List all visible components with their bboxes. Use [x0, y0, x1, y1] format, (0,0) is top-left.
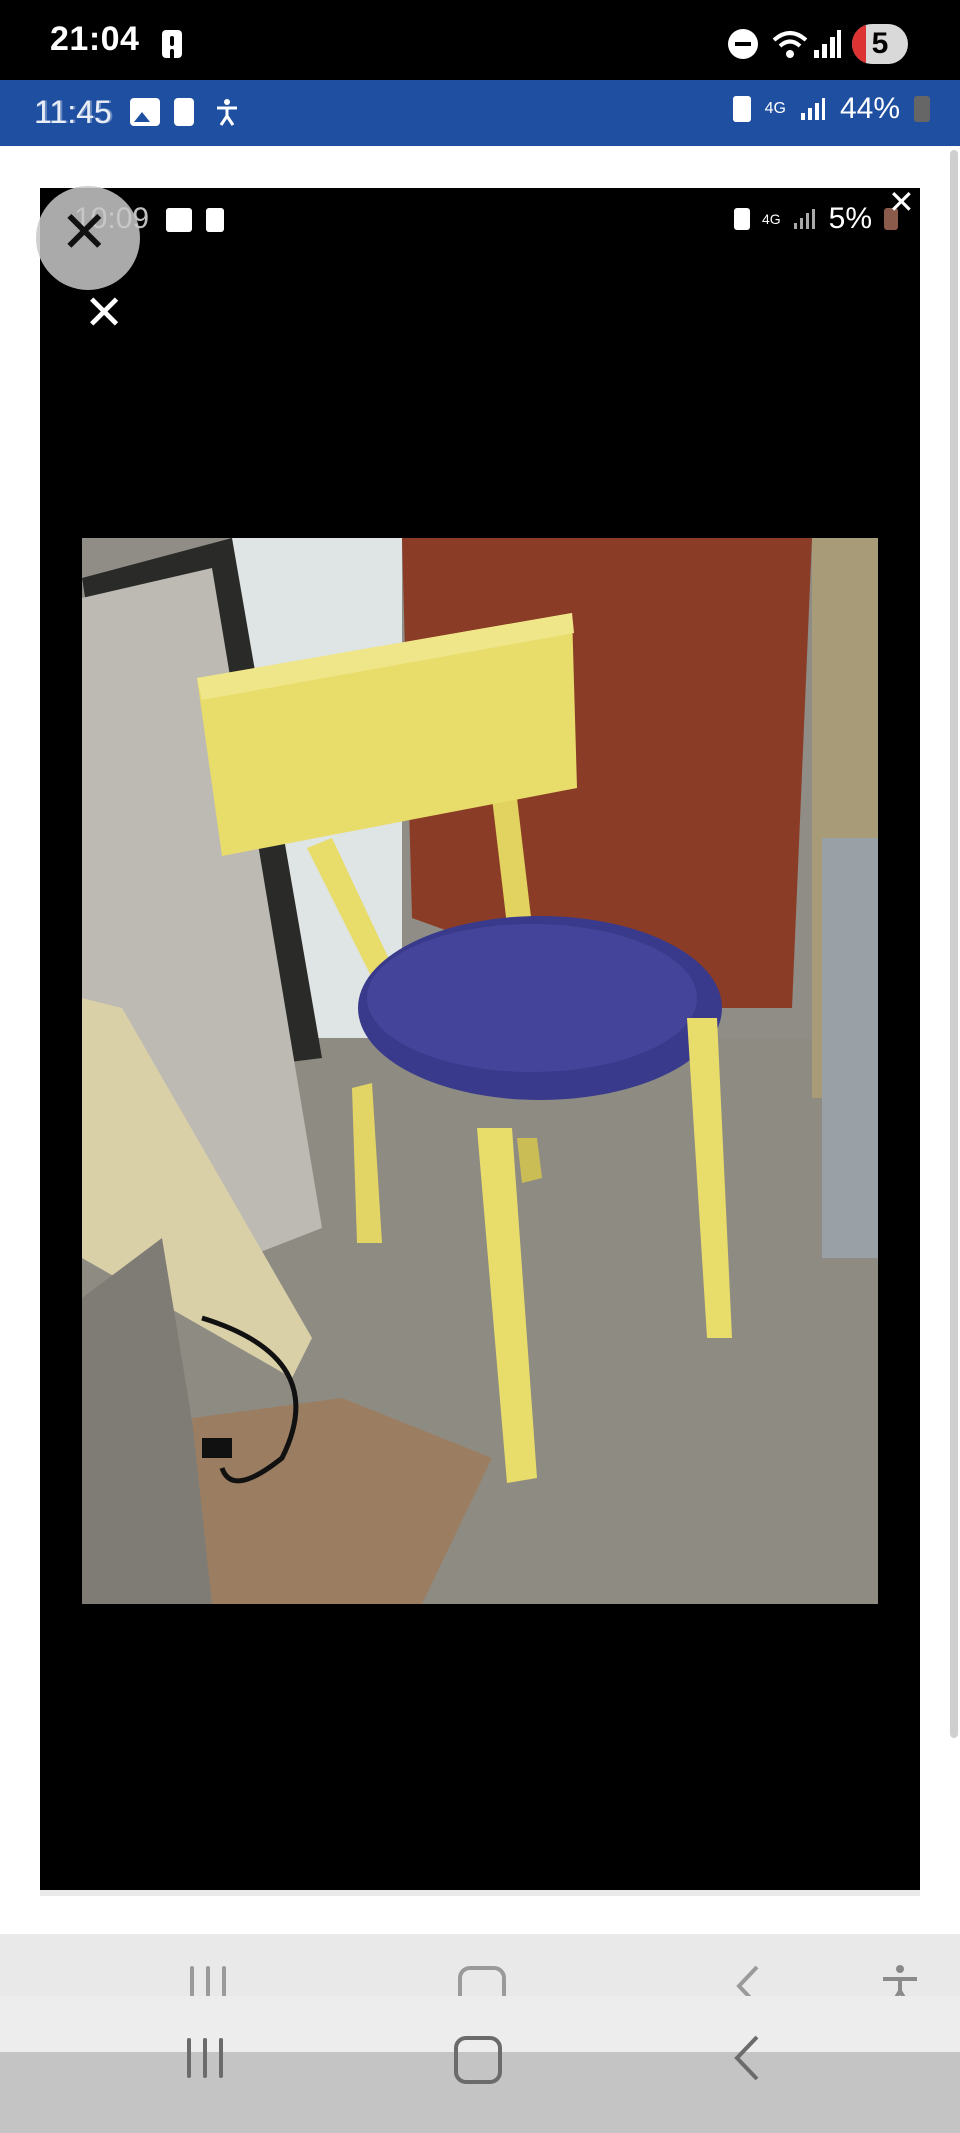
- signal-icon: [793, 209, 815, 229]
- image-icon: [166, 208, 192, 232]
- accessibility-icon: [217, 99, 237, 126]
- battery-percentage: 44%: [839, 92, 900, 125]
- viewer-battery-percentage: 5%: [828, 202, 872, 235]
- divider: [40, 1890, 920, 1896]
- status-time: 21:04: [50, 20, 140, 58]
- viewer-status-right: 4G 5%: [733, 202, 898, 236]
- close-icon[interactable]: ✕: [60, 204, 109, 262]
- chair-photo-drawing: [82, 538, 878, 1604]
- battery-saver-icon: [733, 208, 750, 230]
- alert-icon: [162, 30, 182, 58]
- inner-navigation-bar: [0, 1934, 960, 2014]
- close-icon[interactable]: ✕: [84, 290, 124, 338]
- inner-status-bar: 11:45 4G 44%: [0, 80, 960, 146]
- back-icon: [734, 2035, 759, 2081]
- outer-navigation-bar: [0, 1996, 960, 2133]
- image-icon: [130, 98, 160, 126]
- viewer-network-type: 4G: [761, 211, 781, 227]
- do-not-disturb-icon: [728, 29, 758, 59]
- chair-photo: [82, 538, 878, 1604]
- wifi-icon: [772, 31, 808, 58]
- alert-icon: [174, 98, 194, 126]
- network-type: 4G: [764, 100, 786, 117]
- signal-icon: [800, 98, 825, 120]
- inner-status-time: 11:45: [34, 94, 112, 130]
- signal-icon: [814, 30, 841, 58]
- notification-count-badge: 5: [852, 24, 908, 64]
- outer-status-bar: 21:04 5: [0, 0, 960, 80]
- recents-button[interactable]: [187, 2038, 223, 2078]
- inner-status-right: 4G 44%: [732, 92, 930, 126]
- battery-saver-icon: [732, 96, 751, 122]
- scrollbar[interactable]: [950, 150, 958, 1738]
- battery-icon: [914, 96, 930, 122]
- viewer-status-bar: 10:09 4G 5%: [70, 200, 910, 240]
- close-icon[interactable]: ✕: [888, 186, 915, 218]
- home-button[interactable]: [454, 2036, 502, 2084]
- back-button[interactable]: [733, 2034, 761, 2082]
- alert-icon: [206, 208, 224, 232]
